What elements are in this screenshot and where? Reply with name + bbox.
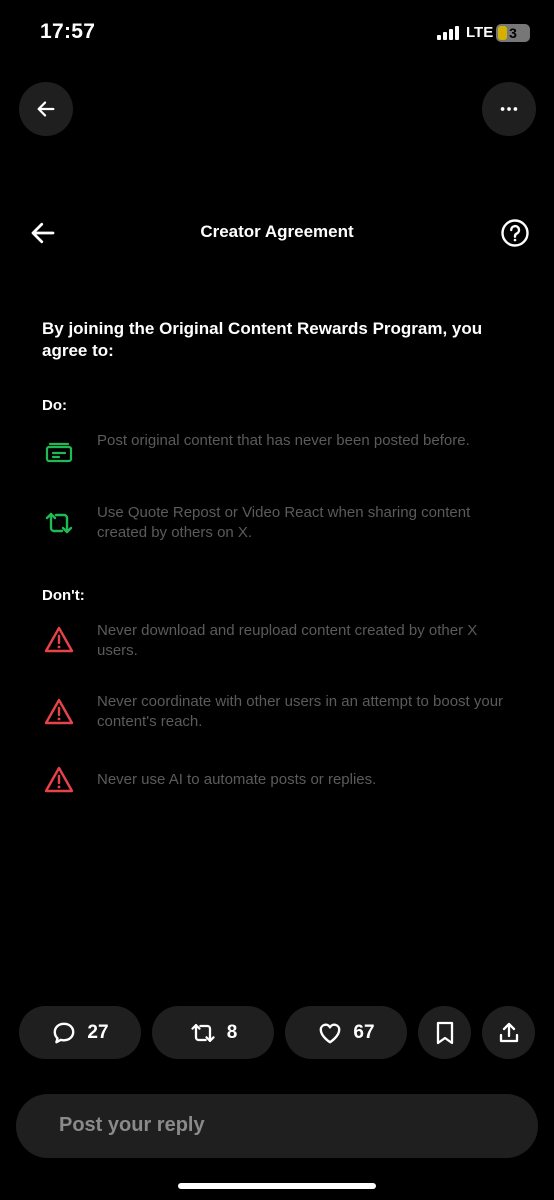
share-icon: [499, 1022, 518, 1042]
reply-count: 27: [87, 1021, 109, 1043]
more-options-button[interactable]: [482, 82, 536, 136]
bookmark-button[interactable]: [418, 1006, 471, 1059]
like-count: 67: [353, 1021, 375, 1043]
dont-item-ai-automation: Never use AI to automate posts or replie…: [97, 771, 377, 788]
repost-count-button[interactable]: 8: [152, 1006, 274, 1059]
page-title: Creator Agreement: [200, 222, 354, 241]
share-button[interactable]: [482, 1006, 535, 1059]
bookmark-icon: [436, 1021, 453, 1044]
like-count-button[interactable]: 67: [285, 1006, 407, 1059]
help-button[interactable]: [500, 218, 530, 248]
battery-icon: 3: [496, 24, 530, 42]
agreement-intro: By joining the Original Content Rewards …: [42, 319, 483, 360]
comment-icon: [54, 1022, 75, 1043]
more-horizontal-icon: [500, 107, 518, 111]
warning-icon: [44, 766, 74, 793]
back-button[interactable]: [19, 82, 73, 136]
reply-input[interactable]: Post your reply: [16, 1094, 538, 1158]
do-item-quote-repost: Use Quote Repost or Video React when sha…: [97, 504, 471, 541]
network-type: LTE: [466, 24, 494, 41]
dont-heading: Don't:: [42, 587, 85, 604]
repost-icon: [191, 1023, 215, 1042]
dont-item-coordinate: Never coordinate with other users in an …: [97, 693, 504, 730]
help-circle-icon: [501, 219, 529, 247]
do-heading: Do:: [42, 397, 67, 414]
card-icon: [45, 442, 73, 463]
heart-icon: [320, 1023, 341, 1043]
battery-level: 3: [509, 25, 517, 41]
cellular-signal-icon: [437, 26, 461, 40]
warning-icon: [44, 698, 74, 725]
home-indicator[interactable]: [178, 1183, 376, 1189]
reply-placeholder: Post your reply: [59, 1114, 205, 1136]
repost-icon: [45, 512, 73, 534]
repost-count: 8: [226, 1021, 238, 1043]
dont-item-reupload: Never download and reupload content crea…: [97, 622, 478, 659]
do-item-original-content: Post original content that has never bee…: [97, 432, 470, 449]
warning-icon: [44, 626, 74, 653]
status-time: 17:57: [40, 20, 96, 43]
arrow-left-icon: [37, 101, 55, 117]
reply-count-button[interactable]: 27: [19, 1006, 141, 1059]
